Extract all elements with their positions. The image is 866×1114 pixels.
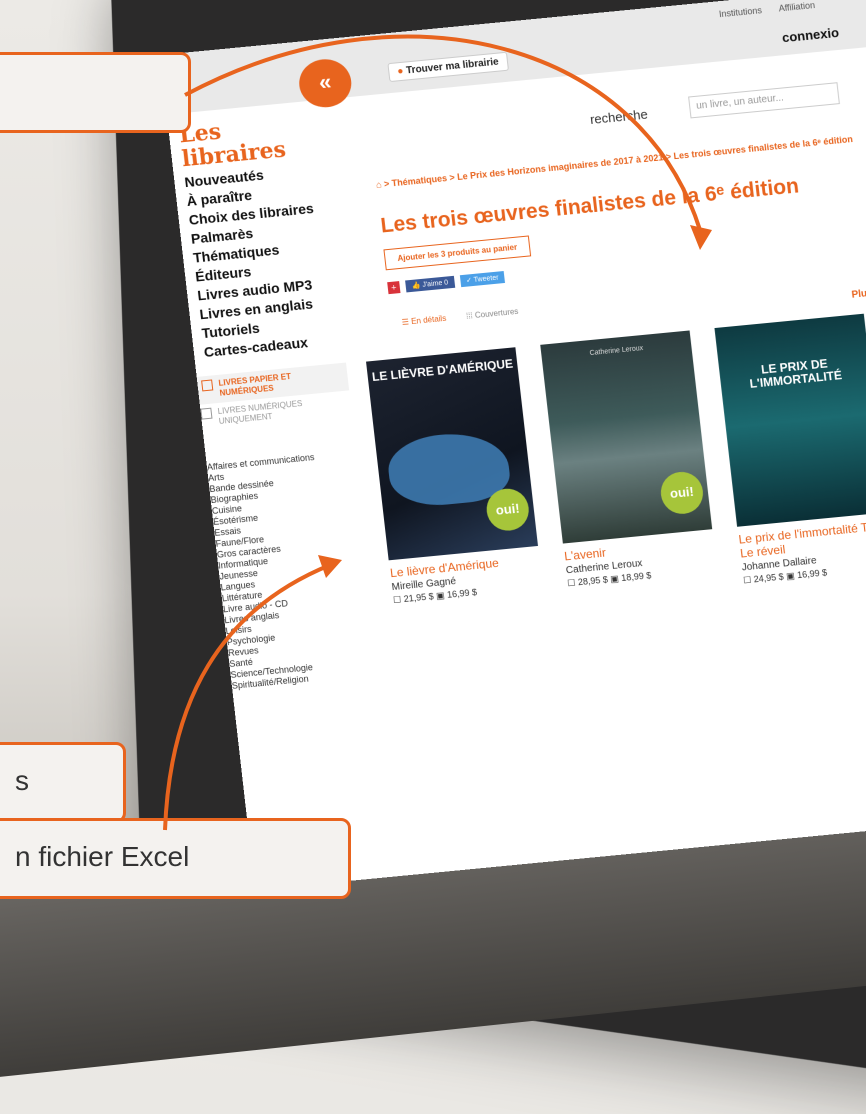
price-paper: 24,95 $ [753, 572, 784, 585]
cover-title: LE PRIX DE L'IMMORTALITÉ [719, 353, 866, 393]
format-label: LIVRES PAPIER ET NUMÉRIQUES [218, 367, 345, 399]
format-filter: LIVRES PAPIER ET NUMÉRIQUES LIVRES NUMÉR… [196, 359, 352, 433]
browser-screen: « ● Trouver ma librairie Institutions Af… [160, 0, 866, 890]
annotation-box-3: n fichier Excel [0, 818, 351, 899]
view-details-tab[interactable]: ☰ En détails [401, 314, 446, 327]
view-label: Couvertures [474, 307, 518, 320]
price-paper: 28,95 $ [577, 574, 608, 587]
annotation-box-1 [0, 52, 191, 133]
cover-author: Catherine Leroux [541, 340, 691, 361]
category-list: Affaires et communications Arts Bande de… [206, 448, 381, 692]
annotation-box-2: s [0, 742, 126, 823]
share-plus-button[interactable]: + [387, 281, 400, 294]
book-icon [201, 379, 213, 391]
book-grid: LE LIÈVRE D'AMÉRIQUE oui! Le lièvre d'Am… [366, 314, 866, 620]
tweet-label: Tweeter [473, 275, 499, 284]
tweet-button[interactable]: ✓ Tweeter [459, 271, 505, 287]
annotation-text: n fichier Excel [15, 841, 189, 873]
book-cover[interactable]: LE PRIX DE L'IMMORTALITÉ [714, 314, 866, 527]
price-digital: 16,99 $ [447, 587, 478, 600]
book-cover[interactable]: LE LIÈVRE D'AMÉRIQUE oui! [366, 347, 538, 560]
book-card[interactable]: Catherine Leroux oui! L'avenir Catherine… [540, 330, 719, 603]
thumbs-up-icon: 👍 [411, 282, 422, 290]
view-toggle: ☰ En détails ⁞⁞⁞ Couvertures [401, 307, 519, 327]
site-logo[interactable]: Les libraires [178, 114, 287, 172]
cover-title: LE LIÈVRE D'AMÉRIQUE [367, 357, 518, 384]
oui-badge: oui! [659, 470, 706, 516]
book-cover[interactable]: Catherine Leroux oui! [540, 330, 712, 543]
price-digital: 18,99 $ [621, 570, 652, 583]
search-input[interactable]: un livre, un auteur... [688, 82, 840, 118]
view-label: En détails [411, 314, 447, 326]
main-nav: Nouveautés À paraître Choix des libraire… [184, 161, 330, 362]
add-to-cart-button[interactable]: Ajouter les 3 produits au panier [383, 235, 531, 270]
price-paper: 21,95 $ [403, 591, 434, 604]
view-covers-tab[interactable]: ⁞⁞⁞ Couvertures [466, 307, 519, 321]
book-card[interactable]: LE PRIX DE L'IMMORTALITÉ Le prix de l'im… [714, 314, 866, 587]
price-digital: 16,99 $ [797, 567, 828, 580]
like-label: J'aime 0 [422, 279, 449, 288]
search-label: recherche [589, 107, 648, 127]
tablet-icon [200, 408, 212, 420]
annotation-text: s [15, 765, 29, 797]
book-card[interactable]: LE LIÈVRE D'AMÉRIQUE oui! Le lièvre d'Am… [366, 347, 545, 620]
facebook-like-button[interactable]: 👍 J'aime 0 [405, 276, 455, 293]
social-buttons: + 👍 J'aime 0 ✓ Tweeter [387, 271, 505, 294]
more-button[interactable]: Plus [851, 288, 866, 301]
